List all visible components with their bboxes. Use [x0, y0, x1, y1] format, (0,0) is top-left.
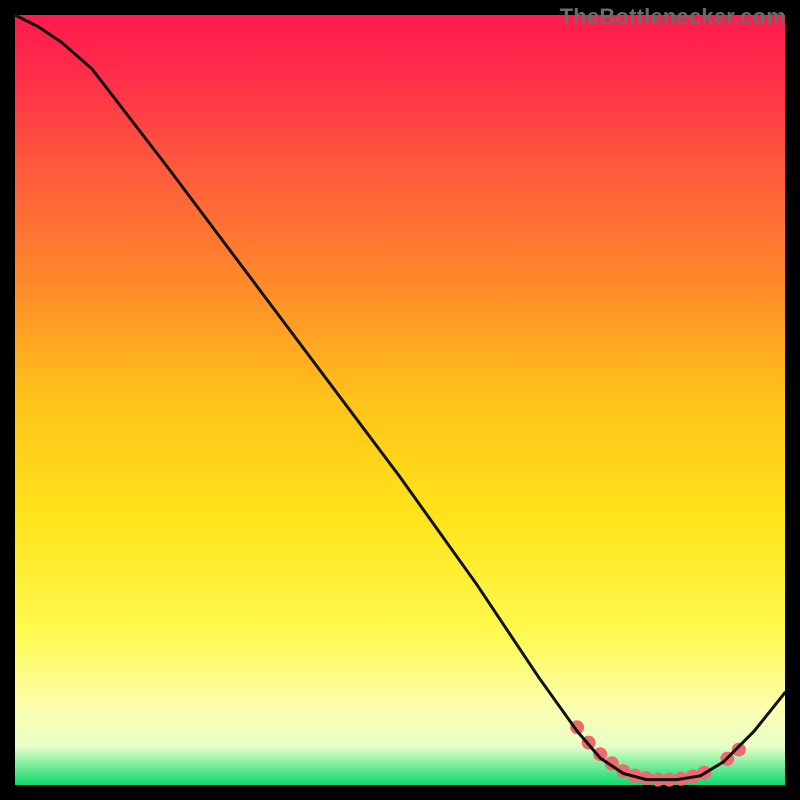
bottleneck-chart [0, 0, 800, 800]
chart-container: TheBottlenecker.com [0, 0, 800, 800]
plot-background [15, 15, 785, 785]
watermark-label: TheBottlenecker.com [560, 4, 786, 30]
